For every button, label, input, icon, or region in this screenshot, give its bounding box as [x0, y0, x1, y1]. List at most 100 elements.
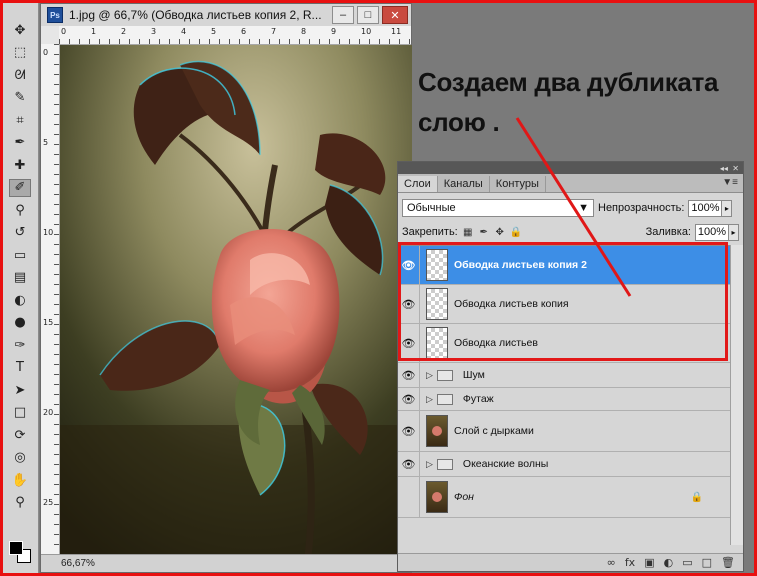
fill-input[interactable]: 100%	[695, 223, 729, 241]
layer-row[interactable]: 👁 ▷ Футаж	[398, 388, 731, 411]
blend-mode-select[interactable]: Обычные ▼	[402, 199, 594, 217]
marquee-tool-icon[interactable]: ⬚	[9, 44, 31, 62]
layer-style-icon[interactable]: fx	[625, 556, 635, 569]
image-canvas[interactable]	[60, 45, 412, 557]
eye-icon[interactable]: 👁	[398, 246, 420, 284]
tab-layers[interactable]: Слои	[398, 176, 438, 192]
ruler-horizontal[interactable]: 0 1 2 3 4 5 6 7 8 9 10 11	[59, 26, 411, 45]
delete-layer-icon[interactable]: 🗑	[721, 556, 735, 569]
rose-photo	[60, 45, 412, 557]
panel-tabs: Слои Каналы Контуры ▼≡	[398, 174, 743, 193]
tab-paths[interactable]: Контуры	[490, 176, 546, 192]
eye-icon[interactable]: 👁	[398, 285, 420, 323]
ruler-vertical[interactable]: 0 5 10 15 20 25	[41, 44, 60, 554]
collapse-icon[interactable]: ◂◂	[720, 164, 728, 173]
layer-name: Обводка листьев копия	[454, 298, 569, 310]
pen-tool-icon[interactable]: ✑	[9, 336, 31, 354]
ruler-tick-label: 25	[43, 498, 54, 507]
document-titlebar[interactable]: Ps 1.jpg @ 66,7% (Обводка листьев копия …	[41, 4, 411, 27]
status-bar: 66,67%	[41, 554, 411, 572]
hand-tool-icon[interactable]: ✋	[9, 471, 31, 489]
layer-row[interactable]: 👁 Обводка листьев копия 2	[398, 246, 731, 285]
layer-row[interactable]: 👁 ▷ Шум	[398, 363, 731, 388]
lock-pixels-icon[interactable]: ✒	[478, 226, 490, 238]
ruler-tick-label: 6	[241, 27, 247, 36]
path-select-tool-icon[interactable]: ➤	[9, 381, 31, 399]
panel-header-strip: ◂◂ ✕	[398, 162, 743, 174]
move-tool-icon[interactable]: ✥	[9, 21, 31, 39]
layer-row[interactable]: Фон 🔒	[398, 477, 731, 518]
zoom-tool-icon[interactable]: ⚲	[9, 494, 31, 512]
lock-label: Закрепить:	[402, 226, 458, 238]
ruler-tick-label: 0	[43, 48, 49, 57]
ruler-tick-label: 3	[151, 27, 157, 36]
ruler-tick-label: 20	[43, 408, 54, 417]
new-group-icon[interactable]: ▭	[682, 556, 692, 569]
layer-thumbnail	[426, 415, 448, 447]
opacity-input[interactable]: 100%	[688, 199, 723, 217]
fill-slider-button[interactable]: ▸	[729, 223, 739, 241]
panel-close-icon[interactable]: ✕	[732, 164, 739, 173]
3d-rotate-tool-icon[interactable]: ⟳	[9, 426, 31, 444]
layer-row[interactable]: 👁 ▷ Океанские волны	[398, 452, 731, 477]
eye-icon[interactable]: 👁	[398, 363, 420, 387]
ruler-tick-label: 15	[43, 318, 54, 327]
healing-tool-icon[interactable]: ✚	[9, 156, 31, 174]
expand-group-icon[interactable]: ▷	[426, 459, 433, 470]
crop-tool-icon[interactable]: ⌗	[9, 111, 31, 129]
brush-tool-icon[interactable]: ✐	[9, 178, 31, 197]
type-tool-icon[interactable]: T	[9, 359, 31, 377]
layers-scrollbar[interactable]	[730, 245, 743, 545]
ruler-tick-label: 7	[271, 27, 277, 36]
annotation-line-2: слою .	[418, 107, 500, 137]
stamp-tool-icon[interactable]: ⚲	[9, 201, 31, 219]
folder-icon	[436, 458, 453, 470]
link-layers-icon[interactable]: ∞	[607, 556, 616, 569]
expand-group-icon[interactable]: ▷	[426, 370, 433, 381]
eye-icon[interactable]: 👁	[398, 452, 420, 476]
eraser-tool-icon[interactable]: ▭	[9, 246, 31, 264]
history-brush-tool-icon[interactable]: ↺	[9, 224, 31, 242]
lasso-tool-icon[interactable]: ᘛ	[9, 66, 31, 84]
ruler-corner[interactable]	[41, 26, 60, 45]
dodge-tool-icon[interactable]: ●	[9, 314, 31, 332]
eye-icon[interactable]: 👁	[398, 324, 420, 362]
layer-name: Футаж	[462, 393, 494, 405]
eye-icon[interactable]: 👁	[398, 411, 420, 451]
eye-icon[interactable]: 👁	[398, 388, 420, 410]
close-button[interactable]: ✕	[382, 6, 408, 24]
layer-row[interactable]: 👁 Слой с дырками	[398, 411, 731, 452]
layer-row[interactable]: 👁 Обводка листьев копия	[398, 285, 731, 324]
chevron-down-icon: ▼	[578, 202, 589, 214]
ruler-tick-label: 9	[331, 27, 337, 36]
layer-thumbnail	[426, 481, 448, 513]
blur-tool-icon[interactable]: ◐	[9, 291, 31, 309]
ruler-tick-label: 4	[181, 27, 187, 36]
maximize-button[interactable]: □	[357, 6, 379, 24]
layer-lock-icon: 🔒	[690, 491, 703, 503]
tools-panel: ✥ ⬚ ᘛ ✎ ⌗ ✒ ✚ ✐ ⚲ ↺ ▭ ▤ ◐ ● ✑ T ➤ □ ⟳ ◎ ✋ ⚲	[3, 3, 39, 573]
lock-transparency-icon[interactable]: ▦	[462, 226, 474, 238]
3d-camera-tool-icon[interactable]: ◎	[9, 449, 31, 467]
lock-position-icon[interactable]: ✥	[494, 226, 506, 238]
tab-channels[interactable]: Каналы	[438, 176, 490, 192]
new-layer-icon[interactable]: □	[702, 556, 712, 569]
opacity-slider-button[interactable]: ▸	[722, 199, 733, 217]
expand-group-icon[interactable]: ▷	[426, 394, 433, 405]
gradient-tool-icon[interactable]: ▤	[9, 269, 31, 287]
layer-name: Океанские волны	[462, 458, 549, 470]
layer-row[interactable]: 👁 Обводка листьев	[398, 324, 731, 363]
shape-tool-icon[interactable]: □	[9, 404, 31, 422]
quick-select-tool-icon[interactable]: ✎	[9, 89, 31, 107]
ruler-tick-label: 5	[43, 138, 49, 147]
add-mask-icon[interactable]: ▣	[644, 556, 654, 569]
panel-menu-icon[interactable]: ▼≡	[722, 177, 738, 188]
lock-all-icon[interactable]: 🔒	[510, 226, 522, 238]
foreground-color-swatch[interactable]	[9, 541, 23, 555]
eyedropper-tool-icon[interactable]: ✒	[9, 134, 31, 152]
visibility-toggle-empty[interactable]	[398, 477, 420, 517]
adjustment-layer-icon[interactable]: ◐	[664, 556, 674, 569]
minimize-button[interactable]: –	[332, 6, 354, 24]
zoom-readout[interactable]: 66,67%	[61, 558, 95, 569]
ruler-tick-label: 10	[361, 27, 372, 36]
